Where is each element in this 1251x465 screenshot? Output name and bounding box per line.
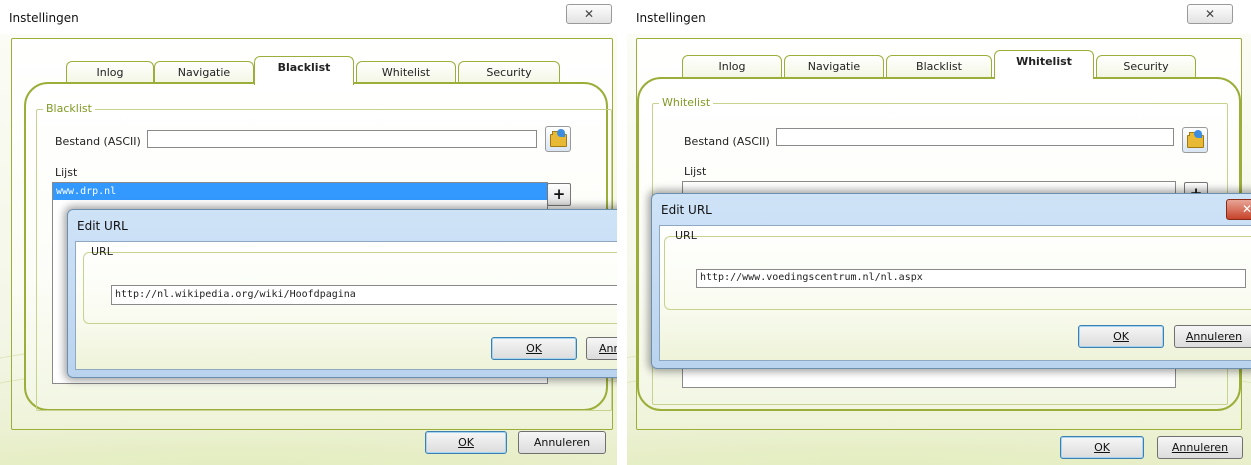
edit-url-dialog: Edit URL ✕ URL http://www.voedingscentru… bbox=[651, 193, 1251, 369]
dialog-close-button[interactable]: ✕ bbox=[1226, 199, 1251, 220]
settings-window-whitelist: Instellingen ✕ Inlog Navigatie Blacklist… bbox=[627, 0, 1251, 465]
dialog-title: Edit URL bbox=[661, 203, 712, 217]
dialog-cancel-button[interactable]: Annuleren bbox=[1174, 325, 1251, 348]
dialog-ok-label: OK bbox=[1113, 330, 1129, 343]
dialog-content: URL http://nl.wikipedia.org/wiki/Hoofdpa… bbox=[75, 241, 617, 370]
cancel-button[interactable]: Annuleren bbox=[518, 431, 606, 454]
dialog-cancel-label: Annuleren bbox=[1185, 330, 1243, 343]
open-file-button[interactable] bbox=[545, 126, 571, 152]
folder-arrow-icon bbox=[557, 129, 565, 137]
groupbox-title: Blacklist bbox=[43, 102, 95, 115]
tab-security[interactable]: Security bbox=[1096, 55, 1196, 78]
groupbox-title: Whitelist bbox=[659, 96, 714, 109]
close-icon: ✕ bbox=[583, 7, 595, 21]
tab-security[interactable]: Security bbox=[458, 61, 560, 84]
tab-blacklist[interactable]: Blacklist bbox=[254, 56, 354, 85]
edit-url-dialog: Edit URL URL http://nl.wikipedia.org/wik… bbox=[67, 209, 617, 378]
folder-arrow-icon bbox=[1194, 130, 1202, 138]
ok-button-label: OK bbox=[458, 436, 474, 449]
dialog-title: Edit URL bbox=[77, 219, 128, 233]
dialog-cancel-button[interactable]: Ann bbox=[586, 337, 617, 360]
tab-whitelist[interactable]: Whitelist bbox=[356, 61, 456, 84]
cancel-button-label: Annuleren bbox=[1171, 441, 1229, 454]
window-close-button[interactable]: ✕ bbox=[566, 4, 612, 24]
dialog-ok-button[interactable]: OK bbox=[1078, 325, 1164, 348]
dialog-ok-button[interactable]: OK bbox=[491, 337, 577, 360]
tab-bar: Inlog Navigatie Blacklist Whitelist Secu… bbox=[682, 50, 1196, 79]
ok-button[interactable]: OK bbox=[1060, 436, 1144, 459]
ok-button[interactable]: OK bbox=[425, 431, 507, 454]
list-label: Lijst bbox=[684, 165, 707, 178]
tab-inlog[interactable]: Inlog bbox=[682, 55, 782, 78]
window-title: Instellingen bbox=[636, 11, 706, 25]
file-input[interactable] bbox=[776, 128, 1174, 146]
tab-navigatie[interactable]: Navigatie bbox=[154, 61, 254, 84]
file-label: Bestand (ASCII) bbox=[55, 135, 141, 148]
cancel-button[interactable]: Annuleren bbox=[1157, 436, 1243, 459]
url-input[interactable]: http://www.voedingscentrum.nl/nl.aspx bbox=[696, 269, 1246, 288]
url-group-title: URL bbox=[675, 229, 697, 242]
tab-blacklist[interactable]: Blacklist bbox=[886, 55, 992, 78]
ok-button-label: OK bbox=[1094, 441, 1110, 454]
window-titlebar: Instellingen ✕ bbox=[627, 0, 1251, 34]
plus-icon: + bbox=[552, 185, 566, 203]
cancel-button-label: Annuleren bbox=[533, 436, 591, 449]
file-input[interactable] bbox=[147, 130, 537, 148]
add-url-button[interactable]: + bbox=[547, 183, 571, 206]
tab-inlog[interactable]: Inlog bbox=[66, 61, 154, 84]
window-title: Instellingen bbox=[9, 11, 79, 25]
close-icon: ✕ bbox=[1204, 7, 1216, 21]
url-group-title: URL bbox=[91, 245, 113, 258]
dialog-ok-label: OK bbox=[526, 342, 542, 355]
dialog-cancel-label: Ann bbox=[599, 342, 617, 355]
url-input[interactable]: http://nl.wikipedia.org/wiki/Hoofdpagina bbox=[111, 285, 617, 305]
open-file-button[interactable] bbox=[1182, 127, 1208, 153]
window-close-button[interactable]: ✕ bbox=[1187, 4, 1233, 24]
file-label: Bestand (ASCII) bbox=[684, 135, 770, 148]
window-titlebar: Instellingen ✕ bbox=[0, 0, 617, 34]
close-icon: ✕ bbox=[1242, 202, 1251, 216]
tab-whitelist[interactable]: Whitelist bbox=[994, 50, 1094, 79]
tab-bar: Inlog Navigatie Blacklist Whitelist Secu… bbox=[66, 56, 566, 85]
settings-window-blacklist: Instellingen ✕ Inlog Navigatie Blacklist… bbox=[0, 0, 617, 465]
list-label: Lijst bbox=[55, 166, 78, 179]
list-item[interactable]: www.drp.nl bbox=[53, 183, 547, 200]
tab-navigatie[interactable]: Navigatie bbox=[784, 55, 884, 78]
dialog-content: URL http://www.voedingscentrum.nl/nl.asp… bbox=[659, 225, 1251, 361]
